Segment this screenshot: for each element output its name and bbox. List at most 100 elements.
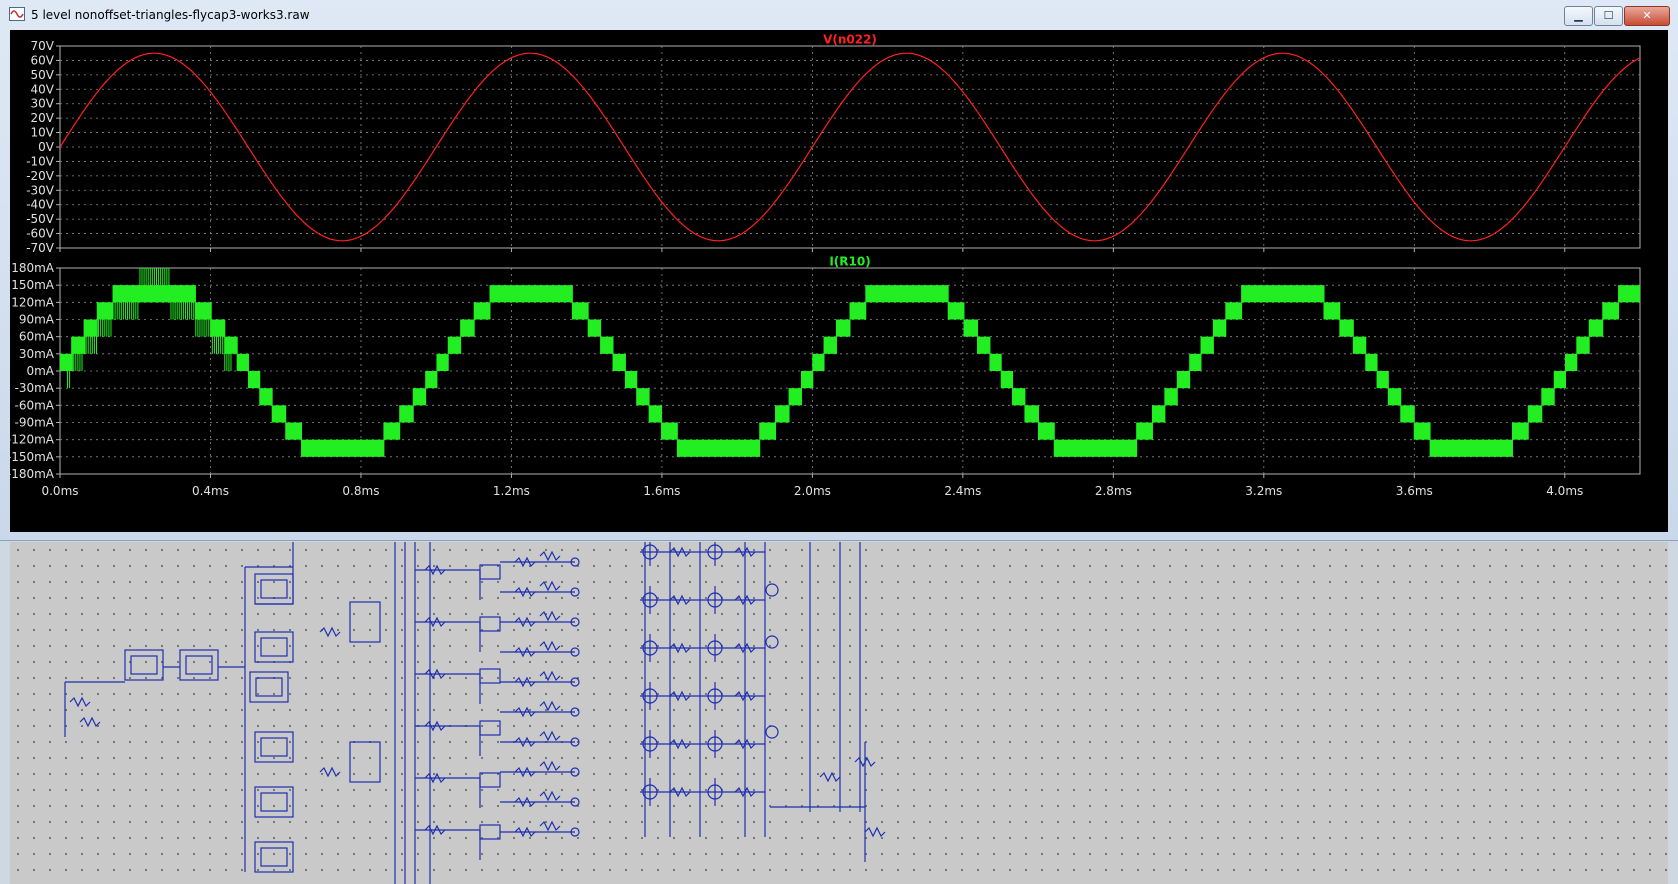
driver-block [349, 741, 381, 783]
logic-inner [185, 655, 213, 675]
resistor-symbol [539, 730, 561, 742]
title-bar[interactable]: 5 level nonoffset-triangles-flycap3-work… [0, 0, 1678, 30]
y-tick-label: 40V [31, 82, 55, 96]
y-tick-label: 30V [31, 97, 55, 111]
trace-i-r10-block [1012, 388, 1025, 406]
y-tick-label: 90mA [19, 313, 55, 327]
trace-i-r10-block [677, 439, 760, 457]
trace-i-r10-block [272, 405, 286, 423]
trace-i-r10-block [1554, 371, 1566, 389]
trace-i-r10-block [60, 353, 73, 371]
trace-i-r10-block [285, 422, 302, 440]
trace-i-r10-block [1152, 405, 1165, 423]
logic-inner [260, 637, 288, 657]
trace-i-r10-block [448, 336, 461, 354]
resistor-symbol [539, 550, 561, 562]
waveform-plot[interactable]: 70V60V50V40V30V20V10V0V-10V-20V-30V-40V-… [7, 30, 1668, 532]
resistor-symbol [539, 670, 561, 682]
trace-i-r10-block [1241, 285, 1324, 303]
schematic-drawing [64, 542, 886, 884]
resistor-symbol [539, 640, 561, 652]
y-tick-label: 120mA [11, 295, 55, 309]
y-tick-label: -50V [26, 212, 55, 226]
y-tick-label: -30mA [15, 381, 55, 395]
trace-i-r10-block [1528, 405, 1542, 423]
gate-block [479, 616, 501, 632]
trace-i-r10-block [248, 371, 260, 389]
trace-i-r10-block [460, 319, 475, 337]
x-tick-label: 2.0ms [794, 484, 831, 498]
trace-i-r10-block [259, 388, 273, 406]
schematic-editor[interactable] [10, 542, 1668, 884]
y-tick-label: -70V [26, 241, 55, 255]
trace-i-r10-block [836, 319, 850, 337]
y-tick-label: -60V [26, 227, 55, 241]
y-tick-label: -20V [26, 169, 55, 183]
plot-pane[interactable]: 70V 60V 50V 40V 30V 20V 10V 0V -10V -20V -30V -40V -… [7, 30, 1668, 532]
source-symbol [765, 725, 779, 739]
resistor-symbol [79, 716, 101, 728]
close-button[interactable]: ✕ [1624, 6, 1670, 26]
trace-i-r10-block [1164, 388, 1178, 406]
trace-i-r10-block [977, 336, 990, 354]
y-tick-label: 0V [38, 140, 55, 154]
y-tick-label: 10V [31, 126, 55, 140]
trace-i-r10-block [649, 405, 662, 423]
y-tick-label: 60V [31, 53, 55, 67]
trace-i-r10-block [812, 353, 825, 371]
logic-inner [130, 655, 158, 675]
trace-i-r10-block [1213, 319, 1226, 337]
y-tick-label: 70V [31, 39, 55, 53]
x-tick-label: 0.0ms [41, 484, 78, 498]
trace-i-r10-block [1189, 353, 1201, 371]
trace-v-n022 [59, 52, 1641, 242]
trace-i-r10-block [1414, 422, 1431, 440]
trace-i-r10-block [413, 388, 426, 406]
trace-i-r10-block [572, 302, 589, 320]
y-tick-label: -60mA [15, 398, 55, 412]
trace-i-r10-block [775, 405, 790, 423]
logic-inner [255, 677, 283, 697]
trace-i-r10-block [789, 388, 802, 406]
trace-i-r10-block [1565, 353, 1577, 371]
x-tick-label: 3.2ms [1245, 484, 1282, 498]
trace-i-r10-block [383, 422, 400, 440]
resistor-symbol [819, 771, 841, 783]
x-tick-label: 3.6ms [1396, 484, 1433, 498]
trace-i-r10-block [1576, 336, 1590, 354]
minimize-button[interactable]: ▁ [1564, 6, 1593, 26]
driver-block [349, 601, 381, 643]
x-tick-label: 1.6ms [643, 484, 680, 498]
y-tick-label: 150mA [11, 278, 55, 292]
trace-i-r10-block [1618, 285, 1640, 303]
trace-i-r10-block [1541, 388, 1555, 406]
resistor-symbol [864, 826, 886, 838]
y-tick-label: -120mA [10, 433, 55, 447]
trace-i-r10-block [759, 422, 776, 440]
resistor-symbol [69, 696, 91, 708]
trace-i-r10-block [625, 371, 637, 389]
gate-block [479, 564, 501, 580]
gate-block [479, 772, 501, 788]
trace-i-r10-block [1365, 353, 1378, 371]
y-tick-label: 50V [31, 68, 55, 82]
resistor-symbol [539, 760, 561, 772]
trace-i-r10-block [1512, 422, 1529, 440]
resistor-symbol [539, 790, 561, 802]
x-tick-label: 0.8ms [342, 484, 379, 498]
x-tick-label: 1.2ms [493, 484, 530, 498]
y-tick-label: -40V [26, 198, 55, 212]
maximize-button[interactable]: ☐ [1594, 6, 1623, 26]
trace-i-r10-block [865, 285, 949, 303]
trace-i-r10-block [1136, 422, 1153, 440]
trace-i-r10-block [989, 353, 1002, 371]
y-tick-label: 30mA [19, 347, 55, 361]
trace-i-r10-block [1024, 405, 1039, 423]
trace-i-r10-block [850, 302, 866, 320]
trace-i-r10-block [636, 388, 650, 406]
logic-inner [260, 847, 288, 867]
trace-i-r10-block [1324, 302, 1340, 320]
x-tick-label: 2.8ms [1095, 484, 1132, 498]
trace-i-r10-block [237, 353, 249, 371]
trace-i-r10-block [399, 405, 414, 423]
